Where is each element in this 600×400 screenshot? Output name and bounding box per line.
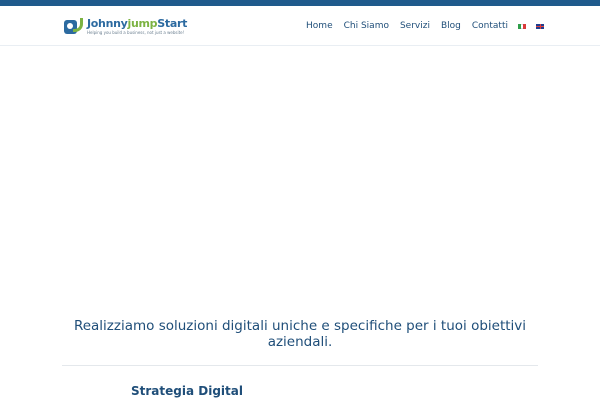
site-logo[interactable]: JohnnyjumpStart Helping you build a busi…: [64, 15, 187, 39]
intro-tagline: Realizziamo soluzioni digitali uniche e …: [73, 318, 527, 350]
logo-name-part1: Johnny: [87, 17, 128, 30]
logo-name: JohnnyjumpStart: [87, 18, 187, 30]
site-header: JohnnyjumpStart Helping you build a busi…: [0, 6, 600, 46]
nav-chi-siamo[interactable]: Chi Siamo: [344, 20, 389, 32]
logo-name-part2: jump: [127, 17, 158, 30]
main-nav: Home Chi Siamo Servizi Blog Contatti: [295, 20, 544, 32]
logo-name-part3: Start: [157, 17, 188, 30]
it-flag-icon[interactable]: [518, 23, 527, 29]
uk-flag-icon[interactable]: [536, 23, 544, 29]
hero-area: [0, 47, 600, 297]
logo-tagline: Helping you build a business, not just a…: [87, 30, 185, 35]
section-divider: [62, 365, 538, 366]
nav-contatti[interactable]: Contatti: [472, 20, 508, 32]
logo-icon: [64, 17, 84, 37]
nav-blog[interactable]: Blog: [441, 20, 461, 32]
logo-wordmark: JohnnyjumpStart Helping you build a busi…: [87, 18, 187, 36]
service-title: Strategia Digital: [131, 384, 243, 398]
nav-home[interactable]: Home: [306, 20, 333, 32]
nav-servizi[interactable]: Servizi: [400, 20, 430, 32]
